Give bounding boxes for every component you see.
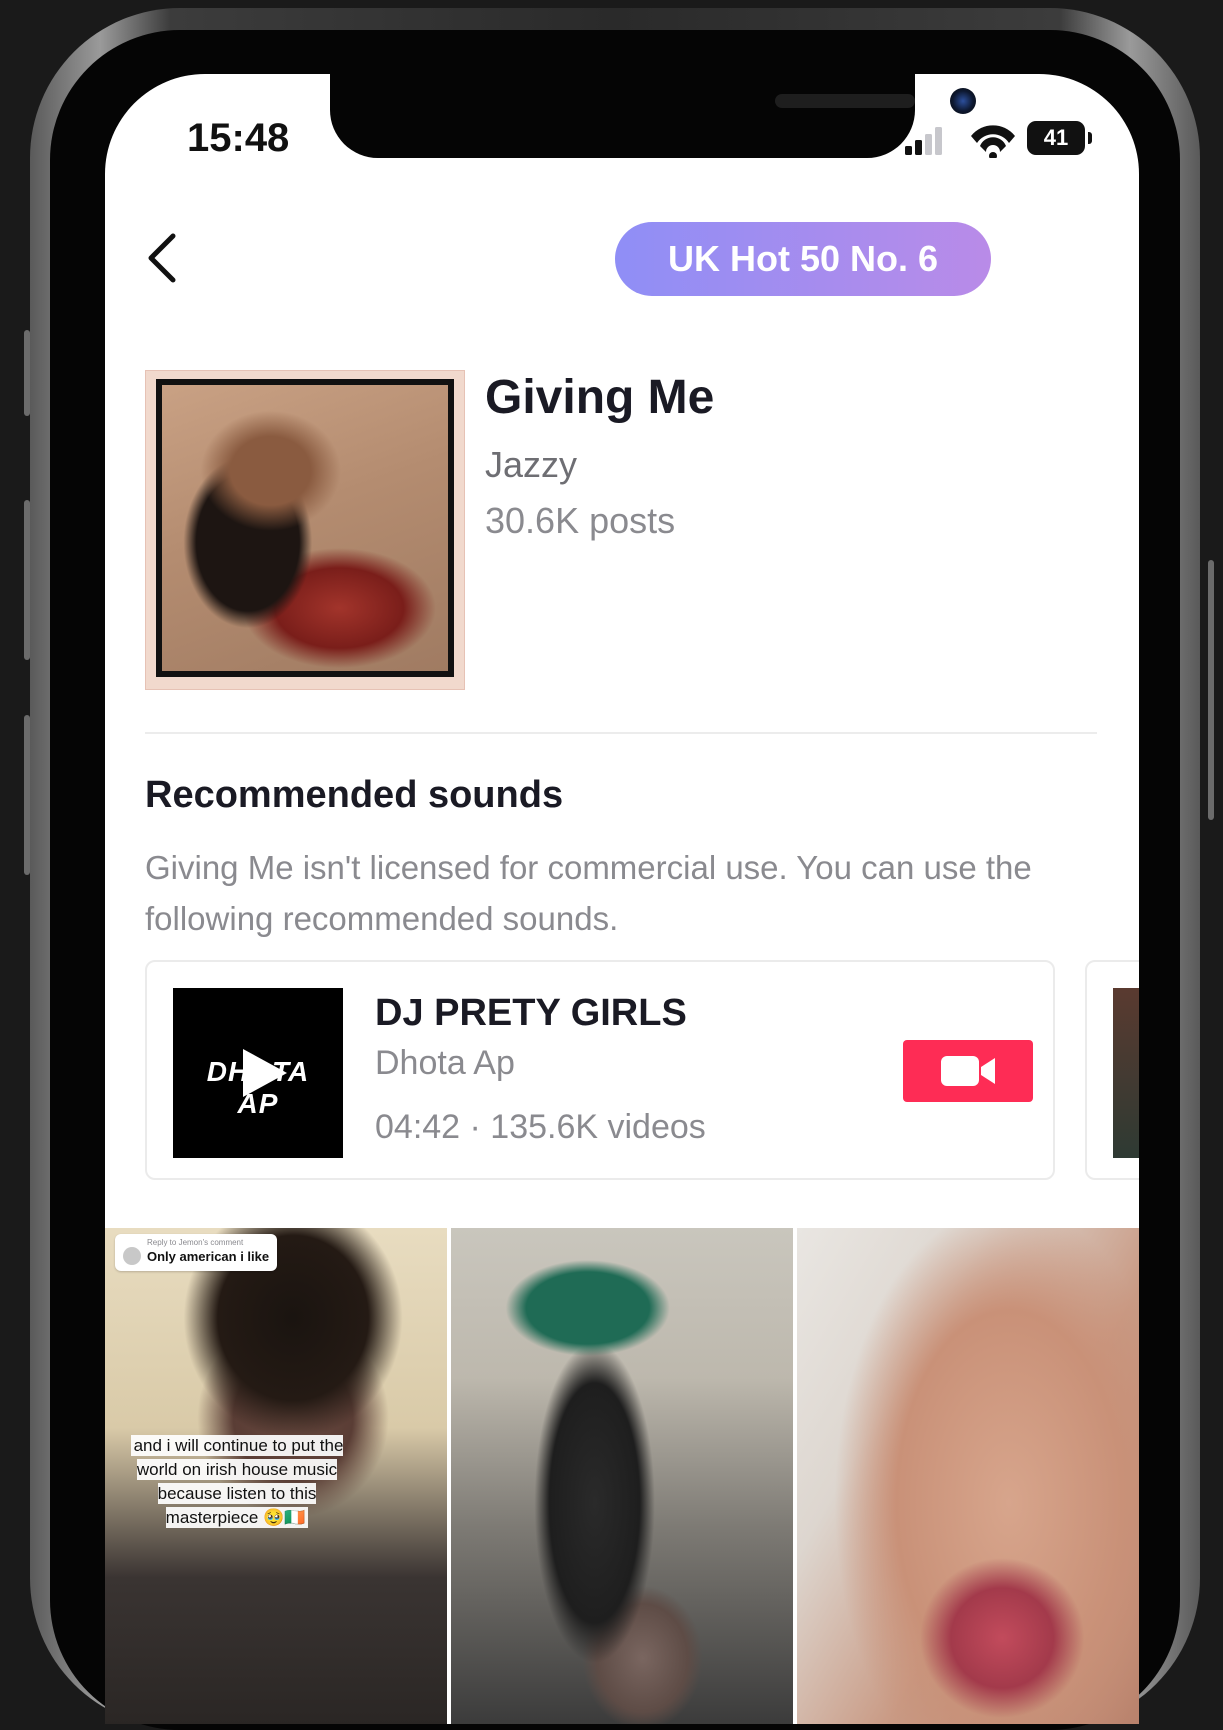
comment-reply-label: Reply to Jemon's comment: [147, 1238, 244, 1247]
use-sound-button[interactable]: [903, 1040, 1033, 1102]
song-title: Giving Me: [485, 371, 715, 424]
phone-power-button: [1208, 560, 1214, 820]
recommended-sound-card[interactable]: DHOTA AP DJ PRETY GIRLS Dhota Ap 04:42 ·…: [145, 960, 1055, 1180]
video-tile[interactable]: [797, 1228, 1139, 1724]
album-cover-photo: [162, 385, 448, 671]
cellular-signal-icon: [905, 127, 942, 155]
album-cover-frame: [156, 379, 454, 677]
video-tile[interactable]: [451, 1228, 793, 1724]
phone-volume-down: [24, 715, 30, 875]
sound-thumbnail-next: [1113, 988, 1139, 1158]
phone-volume-up: [24, 500, 30, 660]
chart-rank-badge[interactable]: UK Hot 50 No. 6: [615, 222, 991, 296]
comment-text: Only american i like: [147, 1248, 270, 1264]
notch-speaker: [775, 94, 915, 108]
back-button[interactable]: [143, 230, 183, 286]
recommended-description: Giving Me isn't licensed for commercial …: [145, 849, 1032, 937]
status-time: 15:48: [187, 116, 290, 160]
song-post-count: 30.6K posts: [485, 500, 676, 541]
sound-artist: Dhota Ap: [375, 1044, 515, 1082]
avatar: [123, 1247, 141, 1265]
video-grid: Reply to Jemon's comment Only american i…: [105, 1228, 1139, 1724]
song-artist[interactable]: Jazzy: [485, 444, 577, 486]
video-camera-icon: [941, 1056, 995, 1086]
sound-thumbnail[interactable]: DHOTA AP: [173, 988, 343, 1158]
video-tile[interactable]: Reply to Jemon's comment Only american i…: [105, 1228, 447, 1724]
app-screen: 15:48 41 UK Hot 50 No. 6 Giving Me Jazzy…: [105, 74, 1139, 1724]
wifi-icon: [971, 125, 1015, 158]
recommended-sound-card-next[interactable]: [1085, 960, 1139, 1180]
sound-title: DJ PRETY GIRLS: [375, 992, 687, 1034]
phone-mute-switch: [24, 330, 30, 416]
battery-indicator: 41: [1027, 121, 1085, 155]
device-notch: [330, 74, 976, 158]
sound-meta: 04:42 · 135.6K videos: [375, 1108, 706, 1146]
video-caption-text: and i will continue to put the world on …: [130, 1435, 344, 1528]
battery-tip: [1088, 132, 1092, 144]
album-cover: [145, 370, 465, 690]
chevron-left-icon: [148, 233, 176, 283]
play-icon[interactable]: [235, 1045, 291, 1101]
reply-comment-sticker: Reply to Jemon's comment Only american i…: [115, 1234, 278, 1271]
recommended-heading: Recommended sounds: [145, 774, 564, 816]
front-camera: [950, 88, 976, 114]
video-caption: and i will continue to put the world on …: [127, 1434, 347, 1530]
section-divider: [145, 732, 1097, 734]
